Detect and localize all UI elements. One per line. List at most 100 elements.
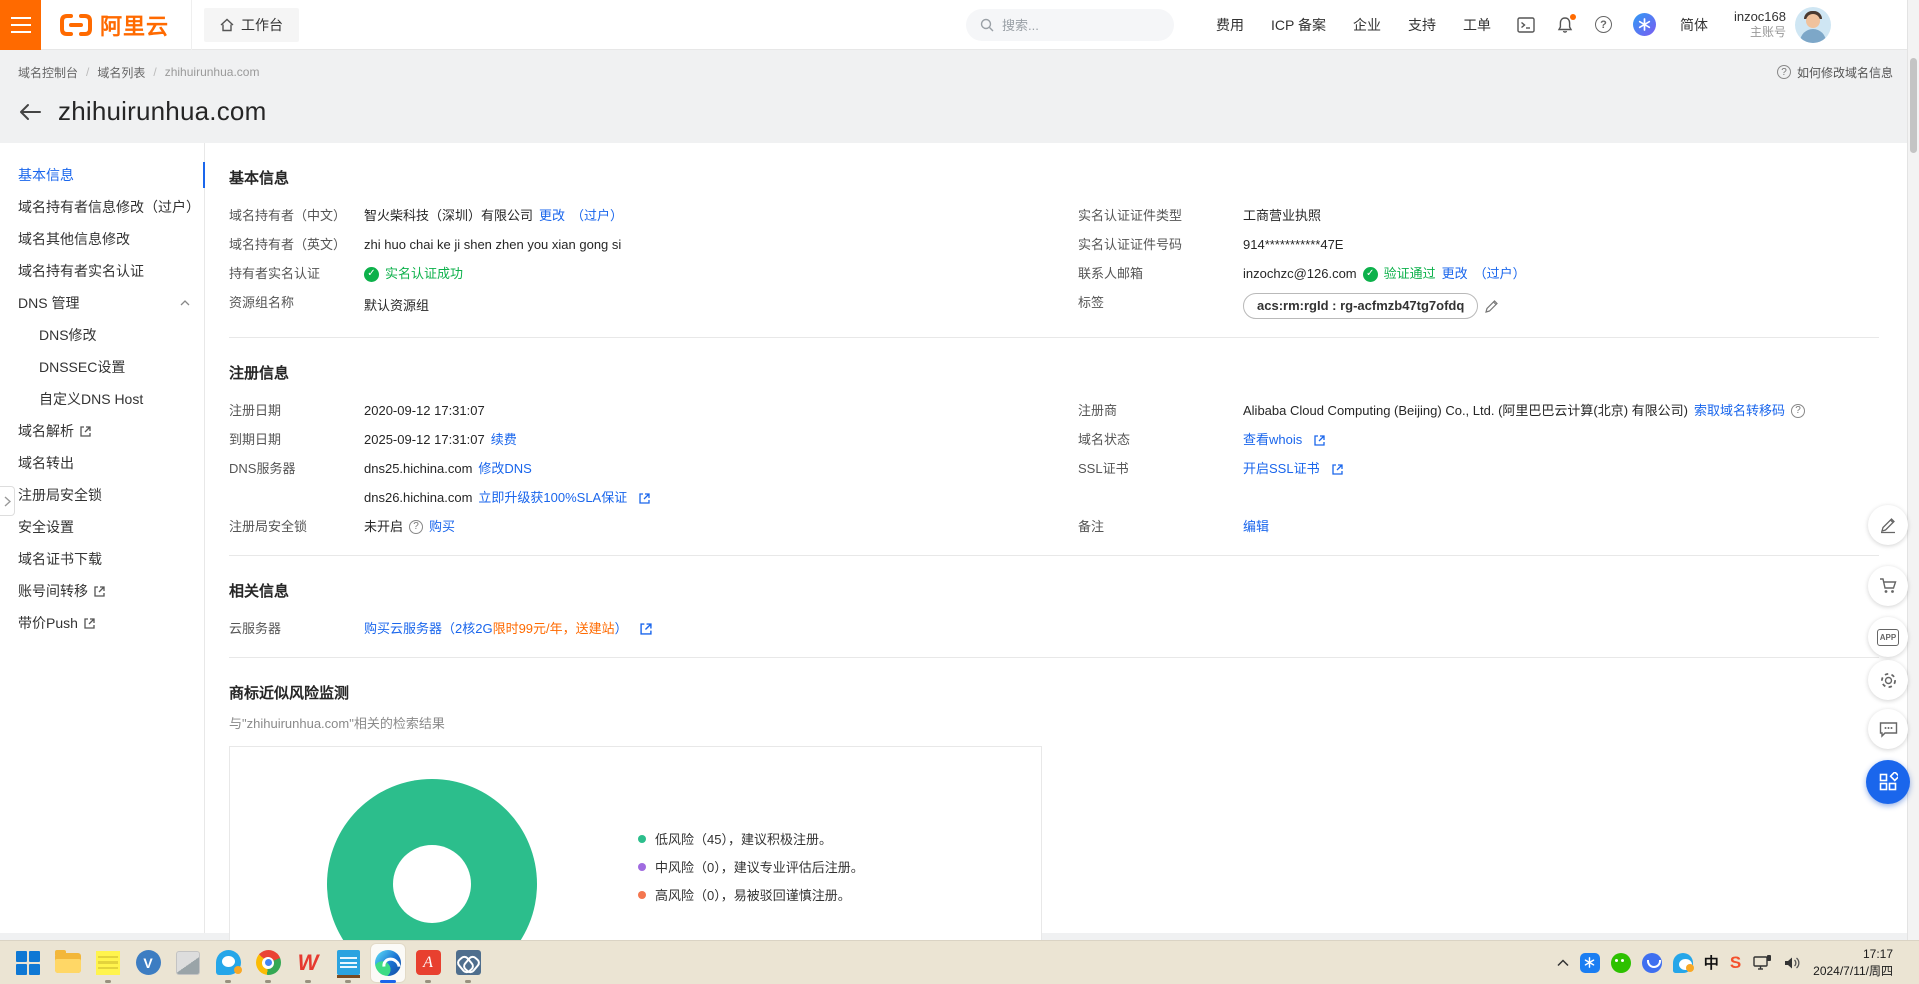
notepad-icon bbox=[337, 950, 360, 975]
workbench-button[interactable]: 工作台 bbox=[204, 8, 299, 42]
sidebar-item-account-transfer[interactable]: 账号间转移 bbox=[0, 575, 204, 607]
question-circle-icon[interactable]: ? bbox=[1791, 404, 1805, 418]
modify-domain-help-link[interactable]: ? 如何修改域名信息 bbox=[1777, 64, 1893, 81]
sidebar-item-certificate-download[interactable]: 域名证书下载 bbox=[0, 543, 204, 575]
transfer-holder-link[interactable]: （过户） bbox=[571, 206, 623, 226]
sidebar-item-dnssec[interactable]: DNSSEC设置 bbox=[0, 351, 204, 383]
sidebar-item-dns-resolution[interactable]: 域名解析 bbox=[0, 415, 204, 447]
transfer-email-link[interactable]: （过户） bbox=[1474, 264, 1526, 284]
tag-pill: acs:rm:rgId : rg-acfmzb47tg7ofdq bbox=[1243, 293, 1478, 319]
v-app-button[interactable]: V bbox=[128, 941, 168, 984]
file-explorer-button[interactable] bbox=[48, 941, 88, 984]
topbar-menu-support[interactable]: 支持 bbox=[1408, 15, 1436, 35]
feedback-button[interactable] bbox=[1868, 709, 1908, 749]
language-switch[interactable]: 简体 bbox=[1680, 15, 1708, 35]
breadcrumb-domain-list[interactable]: 域名列表 bbox=[97, 64, 145, 81]
hamburger-menu-button[interactable] bbox=[0, 0, 41, 50]
qq-button[interactable] bbox=[208, 941, 248, 984]
sidebar-item-holder-info-change[interactable]: 域名持有者信息修改（过户） bbox=[0, 191, 204, 223]
topbar-menu-icp[interactable]: ICP 备案 bbox=[1271, 15, 1326, 35]
topbar-menu-billing[interactable]: 费用 bbox=[1216, 15, 1244, 35]
buy-lock-link[interactable]: 购买 bbox=[429, 517, 455, 537]
edge-button[interactable] bbox=[368, 941, 408, 984]
mobile-app-button[interactable]: APP bbox=[1868, 617, 1908, 657]
chrome-button[interactable] bbox=[248, 941, 288, 984]
tray-wechat-icon[interactable] bbox=[1611, 953, 1631, 973]
modify-dns-link[interactable]: 修改DNS bbox=[478, 459, 531, 479]
volume-icon[interactable] bbox=[1783, 955, 1802, 971]
get-transfer-code-link[interactable]: 索取域名转移码 bbox=[1694, 401, 1785, 421]
check-circle-icon: ✓ bbox=[364, 267, 379, 282]
empty-cell bbox=[1243, 619, 1879, 639]
sidebar-item-push-with-price[interactable]: 带价Push bbox=[0, 607, 204, 639]
cloudshell-icon[interactable] bbox=[1517, 16, 1535, 34]
topbar-menu: 费用 ICP 备案 企业 支持 工单 bbox=[1216, 15, 1491, 35]
change-email-link[interactable]: 更改 bbox=[1442, 264, 1468, 284]
ime-indicator[interactable]: 中 bbox=[1704, 952, 1719, 973]
sidebar-item-dns-management[interactable]: DNS 管理 bbox=[0, 287, 204, 319]
avatar[interactable] bbox=[1795, 7, 1831, 43]
sticky-notes-button[interactable] bbox=[88, 941, 128, 984]
sidebar-item-domain-transfer-out[interactable]: 域名转出 bbox=[0, 447, 204, 479]
sidebar-item-other-info-change[interactable]: 域名其他信息修改 bbox=[0, 223, 204, 255]
enable-ssl-link[interactable]: 开启SSL证书 bbox=[1243, 459, 1320, 479]
sidebar-item-security-settings[interactable]: 安全设置 bbox=[0, 511, 204, 543]
quick-tools-button[interactable] bbox=[1866, 760, 1910, 804]
sidebar-collapse-handle[interactable] bbox=[0, 486, 15, 516]
renew-link[interactable]: 续费 bbox=[491, 430, 517, 450]
field-label: DNS服务器 bbox=[229, 459, 364, 479]
topbar-menu-enterprise[interactable]: 企业 bbox=[1353, 15, 1381, 35]
vertical-scrollbar[interactable] bbox=[1907, 0, 1919, 940]
network-icon[interactable] bbox=[1752, 954, 1772, 972]
settings-button[interactable] bbox=[1868, 660, 1908, 700]
view-whois-link[interactable]: 查看whois bbox=[1243, 430, 1302, 450]
app-center-icon[interactable] bbox=[1633, 13, 1656, 36]
photos-app-button[interactable] bbox=[168, 941, 208, 984]
holder-en-value: zhi huo chai ke ji shen zhen you xian go… bbox=[364, 235, 1078, 255]
sidebar-item-holder-realname[interactable]: 域名持有者实名认证 bbox=[0, 255, 204, 287]
notifications-bell-icon[interactable] bbox=[1556, 16, 1574, 34]
wps-button[interactable]: W bbox=[288, 941, 328, 984]
tray-chevron-up-icon[interactable] bbox=[1557, 959, 1569, 967]
red-a-app-button[interactable]: A bbox=[408, 941, 448, 984]
notepad-app-button[interactable] bbox=[328, 941, 368, 984]
legend-dot bbox=[638, 863, 646, 871]
question-circle-icon[interactable]: ? bbox=[409, 520, 423, 534]
sidebar-item-dns-modify[interactable]: DNS修改 bbox=[0, 319, 204, 351]
back-arrow-icon[interactable] bbox=[18, 102, 42, 122]
section-trademark-risk: 商标近似风险监测 与"zhihuirunhua.com"相关的检索结果 低风险（… bbox=[229, 682, 1879, 984]
taskbar-clock[interactable]: 17:17 2024/7/11/周四 bbox=[1813, 946, 1893, 980]
search-input[interactable]: 搜索... bbox=[966, 9, 1174, 41]
chain-app-button[interactable] bbox=[448, 941, 488, 984]
realname-status: ✓ 实名认证成功 bbox=[364, 264, 1078, 284]
scrollbar-thumb[interactable] bbox=[1910, 58, 1917, 153]
topbar: 阿里云 工作台 搜索... 费用 ICP 备案 企业 支持 工单 bbox=[0, 0, 1919, 50]
cart-button[interactable] bbox=[1868, 566, 1908, 606]
sogou-input-icon[interactable]: S bbox=[1730, 953, 1741, 973]
buy-ecs-link[interactable]: 购买云服务器（2核2G限时99元/年，送建站） bbox=[364, 619, 628, 639]
edit-tag-pencil-icon[interactable] bbox=[1484, 299, 1499, 314]
sidebar-item-basic-info[interactable]: 基本信息 bbox=[0, 159, 204, 191]
account-menu[interactable]: inzoc168 主账号 bbox=[1734, 7, 1831, 43]
field-label: 域名持有者（英文） bbox=[229, 235, 364, 255]
external-link-icon bbox=[94, 586, 105, 597]
tray-messenger-icon[interactable] bbox=[1642, 953, 1662, 973]
change-holder-link[interactable]: 更改 bbox=[539, 206, 565, 226]
topbar-menu-tickets[interactable]: 工单 bbox=[1463, 15, 1491, 35]
upgrade-sla-link[interactable]: 立即升级获100%SLA保证 bbox=[478, 488, 627, 508]
tray-qq-icon[interactable] bbox=[1673, 953, 1693, 973]
edit-remark-link[interactable]: 编辑 bbox=[1243, 517, 1269, 537]
sidebar-item-registry-lock[interactable]: 注册局安全锁 bbox=[0, 479, 204, 511]
start-button[interactable] bbox=[8, 941, 48, 984]
survey-button[interactable] bbox=[1868, 505, 1908, 545]
help-icon[interactable]: ? bbox=[1595, 16, 1612, 33]
tray-aliyun-app-icon[interactable] bbox=[1580, 953, 1600, 973]
cert-no-value: 914***********47E bbox=[1243, 235, 1879, 255]
gear-icon bbox=[1879, 671, 1898, 690]
breadcrumb-domain-console[interactable]: 域名控制台 bbox=[18, 64, 78, 81]
topbar-separator bbox=[191, 0, 192, 50]
remark-value: 编辑 bbox=[1243, 517, 1879, 537]
sidebar-item-custom-dns-host[interactable]: 自定义DNS Host bbox=[0, 383, 204, 415]
aliyun-logo[interactable]: 阿里云 bbox=[41, 0, 191, 50]
holder-cn-value: 智火柴科技（深圳）有限公司 更改 （过户） bbox=[364, 206, 1078, 226]
